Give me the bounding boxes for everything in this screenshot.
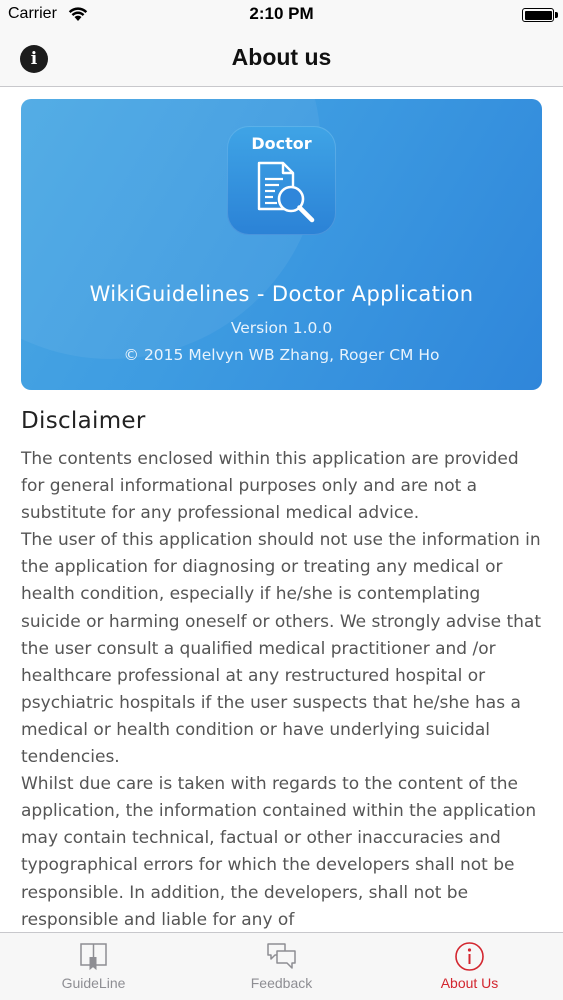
chat-bubbles-icon xyxy=(267,943,296,969)
tab-label: GuideLine xyxy=(61,975,126,991)
disclaimer-paragraph: The contents enclosed within this applic… xyxy=(21,449,519,524)
app-version: Version 1.0.0 xyxy=(230,319,333,337)
app-copyright: © 2015 Melvyn WB Zhang, Roger CM Ho xyxy=(123,346,440,364)
status-time: 2:10 PM xyxy=(249,4,314,23)
info-circle-icon xyxy=(455,942,484,971)
disclaimer-body: The contents enclosed within this applic… xyxy=(21,446,545,934)
disclaimer-paragraph: The user of this application should not … xyxy=(21,530,542,768)
battery-icon xyxy=(522,8,558,22)
battery-level xyxy=(524,10,552,20)
disclaimer-paragraph: Whilst due care is taken with regards to… xyxy=(21,774,537,930)
tab-bar: GuideLine Feedback About Us xyxy=(0,932,563,1000)
tab-label: Feedback xyxy=(250,975,313,991)
status-bar: Carrier 2:10 PM xyxy=(0,0,563,30)
app-banner: Doctor WikiGuidelines - Doctor Applicati… xyxy=(21,99,542,390)
page-title: About us xyxy=(231,44,332,70)
app-icon-label: Doctor xyxy=(251,134,312,153)
app-icon: Doctor xyxy=(227,126,336,235)
book-icon xyxy=(80,943,107,971)
navigation-bar: i About us xyxy=(0,30,563,87)
disclaimer-heading: Disclaimer xyxy=(21,408,146,434)
tab-about-us[interactable]: About Us xyxy=(376,933,563,1000)
tab-guideline[interactable]: GuideLine xyxy=(0,933,187,1000)
app-title: WikiGuidelines - Doctor Application xyxy=(89,282,474,306)
tab-label: About Us xyxy=(440,975,499,991)
document-search-icon xyxy=(257,161,315,223)
tab-feedback[interactable]: Feedback xyxy=(188,933,375,1000)
